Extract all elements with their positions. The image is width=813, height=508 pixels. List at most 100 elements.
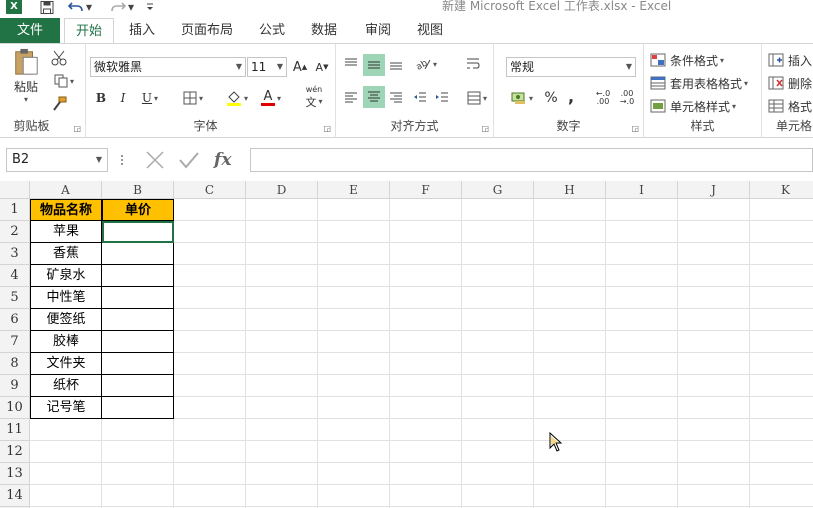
redo-button[interactable]: ▾: [110, 0, 134, 14]
cell-f5[interactable]: [390, 287, 462, 309]
column-header-f[interactable]: F: [390, 181, 462, 199]
cell-e7[interactable]: [318, 331, 390, 353]
align-bottom-button[interactable]: [387, 54, 405, 74]
paste-dropdown-icon[interactable]: ▾: [24, 95, 28, 104]
merge-center-button[interactable]: ▾: [462, 88, 492, 108]
cell-e6[interactable]: [318, 309, 390, 331]
orientation-button[interactable]: ab ▾: [411, 54, 441, 74]
cell-i13[interactable]: [606, 463, 678, 485]
cell-d6[interactable]: [246, 309, 318, 331]
cell-d14[interactable]: [246, 485, 318, 507]
cell-d3[interactable]: [246, 243, 318, 265]
cell-b3[interactable]: [102, 243, 174, 265]
number-launcher-icon[interactable]: ◲: [631, 124, 639, 133]
row-header-5[interactable]: 5: [0, 287, 30, 309]
fill-color-dropdown-icon[interactable]: ▾: [244, 94, 248, 103]
cell-j14[interactable]: [678, 485, 750, 507]
cell-j7[interactable]: [678, 331, 750, 353]
conditional-formatting-button[interactable]: 条件格式 ▾: [650, 50, 724, 70]
format-as-table-button[interactable]: 套用表格格式 ▾: [650, 73, 748, 93]
cell-i1[interactable]: [606, 199, 678, 221]
cell-k5[interactable]: [750, 287, 813, 309]
bold-button[interactable]: B: [92, 88, 110, 108]
cell-e14[interactable]: [318, 485, 390, 507]
cell-j1[interactable]: [678, 199, 750, 221]
cell-h4[interactable]: [534, 265, 606, 287]
cell-c9[interactable]: [174, 375, 246, 397]
cell-a14[interactable]: [30, 485, 102, 507]
cell-j10[interactable]: [678, 397, 750, 419]
cell-h9[interactable]: [534, 375, 606, 397]
delete-cells-button[interactable]: 删除: [768, 73, 812, 93]
grow-font-button[interactable]: A ▲: [291, 57, 309, 77]
cell-h12[interactable]: [534, 441, 606, 463]
cell-i9[interactable]: [606, 375, 678, 397]
cell-e12[interactable]: [318, 441, 390, 463]
cell-h14[interactable]: [534, 485, 606, 507]
cell-a12[interactable]: [30, 441, 102, 463]
column-header-d[interactable]: D: [246, 181, 318, 199]
cell-f7[interactable]: [390, 331, 462, 353]
cell-f6[interactable]: [390, 309, 462, 331]
redo-dropdown-icon[interactable]: ▾: [128, 0, 134, 14]
cell-j13[interactable]: [678, 463, 750, 485]
align-center-button[interactable]: [363, 86, 385, 108]
cell-k9[interactable]: [750, 375, 813, 397]
decrease-indent-button[interactable]: [410, 88, 430, 108]
cell-d11[interactable]: [246, 419, 318, 441]
font-size-dropdown[interactable]: 11 ▼: [247, 57, 287, 77]
cell-h2[interactable]: [534, 221, 606, 243]
row-header-13[interactable]: 13: [0, 463, 30, 485]
cell-k10[interactable]: [750, 397, 813, 419]
cell-c3[interactable]: [174, 243, 246, 265]
tab-home[interactable]: 开始: [64, 18, 114, 44]
cell-i14[interactable]: [606, 485, 678, 507]
cell-d4[interactable]: [246, 265, 318, 287]
cell-c11[interactable]: [174, 419, 246, 441]
cell-g5[interactable]: [462, 287, 534, 309]
column-header-i[interactable]: I: [606, 181, 678, 199]
cell-c7[interactable]: [174, 331, 246, 353]
percent-style-button[interactable]: %: [542, 88, 560, 108]
cell-b9[interactable]: [102, 375, 174, 397]
cell-k7[interactable]: [750, 331, 813, 353]
cell-c12[interactable]: [174, 441, 246, 463]
cell-h10[interactable]: [534, 397, 606, 419]
cell-c1[interactable]: [174, 199, 246, 221]
cell-a7[interactable]: 胶棒: [30, 331, 102, 353]
cell-e2[interactable]: [318, 221, 390, 243]
cell-b4[interactable]: [102, 265, 174, 287]
cell-a5[interactable]: 中性笔: [30, 287, 102, 309]
cell-a9[interactable]: 纸杯: [30, 375, 102, 397]
column-header-a[interactable]: A: [30, 181, 102, 199]
cell-c2[interactable]: [174, 221, 246, 243]
cell-e1[interactable]: [318, 199, 390, 221]
tab-review[interactable]: 审阅: [358, 18, 398, 43]
cell-a8[interactable]: 文件夹: [30, 353, 102, 375]
paste-button[interactable]: 粘贴 ▾: [8, 48, 44, 104]
cell-h6[interactable]: [534, 309, 606, 331]
align-right-button[interactable]: [387, 88, 405, 108]
cell-a10[interactable]: 记号笔: [30, 397, 102, 419]
phonetic-guide-button[interactable]: wén 文 ▾: [298, 84, 330, 110]
cell-i10[interactable]: [606, 397, 678, 419]
row-header-2[interactable]: 2: [0, 221, 30, 243]
cell-a13[interactable]: [30, 463, 102, 485]
cell-a1[interactable]: 物品名称: [30, 199, 102, 221]
cell-h7[interactable]: [534, 331, 606, 353]
fill-color-button[interactable]: ▾: [222, 88, 252, 108]
font-name-dropdown[interactable]: 微软雅黑 ▼: [90, 57, 246, 77]
cell-e3[interactable]: [318, 243, 390, 265]
row-header-8[interactable]: 8: [0, 353, 30, 375]
cell-d1[interactable]: [246, 199, 318, 221]
cell-a2[interactable]: 苹果: [30, 221, 102, 243]
cell-g12[interactable]: [462, 441, 534, 463]
cell-j2[interactable]: [678, 221, 750, 243]
cell-b1[interactable]: 单价: [102, 199, 174, 221]
cell-d5[interactable]: [246, 287, 318, 309]
cell-k12[interactable]: [750, 441, 813, 463]
customize-quick-access-button[interactable]: [146, 0, 154, 14]
cell-j5[interactable]: [678, 287, 750, 309]
cell-i4[interactable]: [606, 265, 678, 287]
format-painter-button[interactable]: [48, 94, 70, 114]
